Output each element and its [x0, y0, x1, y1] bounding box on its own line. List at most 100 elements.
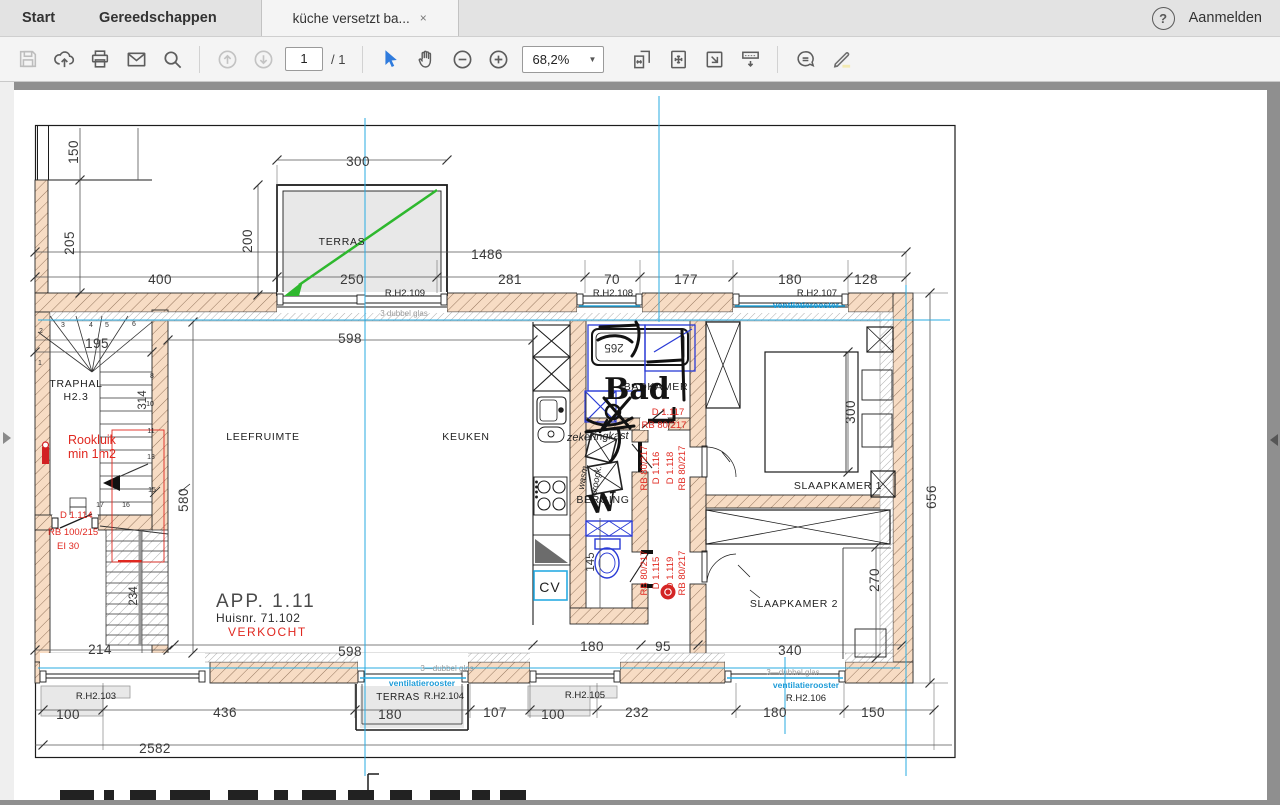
plan-label: LEEFRUIMTE: [226, 431, 300, 443]
plan-label: CV: [539, 579, 560, 595]
plan-label: 177: [674, 272, 698, 287]
plan-label: D 1.114: [60, 510, 93, 521]
help-icon[interactable]: ?: [1152, 7, 1175, 30]
plan-label: ventilatierooster: [773, 300, 840, 310]
plan-label: 70: [604, 272, 620, 287]
plan-label: 15: [148, 487, 156, 494]
plan-label: R.H2.109: [385, 288, 425, 299]
plan-label: VERKOCHT: [228, 625, 307, 639]
plan-label: RB 80/217: [677, 551, 688, 596]
zoom-level-value: 68,2%: [523, 52, 588, 67]
plan-label: 3 dubbel glas: [380, 309, 428, 318]
zoom-level-select[interactable]: 68,2% ▼: [522, 46, 604, 73]
fullscreen-icon[interactable]: [696, 42, 732, 76]
fit-page-icon[interactable]: [660, 42, 696, 76]
tab-start[interactable]: Start: [0, 0, 77, 36]
plan-label: 100: [56, 707, 80, 722]
print-icon[interactable]: [82, 42, 118, 76]
plan-label: R.H2.103: [76, 691, 116, 702]
plan-label: 2582: [139, 741, 171, 756]
plan-label: R.H2.106: [786, 693, 826, 704]
page-up-icon[interactable]: [209, 42, 245, 76]
page-number-input[interactable]: 1: [285, 47, 323, 71]
plan-label: 270: [867, 568, 882, 592]
tab-tools[interactable]: Gereedschappen: [77, 0, 239, 36]
plan-label: 214: [88, 642, 112, 657]
plan-label: SLAAPKAMER 2: [750, 598, 838, 610]
toolbar: 1 / 1 68,2% ▼: [0, 37, 1280, 82]
plan-label: D 1.115: [651, 557, 662, 590]
plan-label: TERRAS: [319, 236, 366, 248]
plan-label: Bad: [604, 372, 670, 407]
expand-right-panel-icon[interactable]: [1270, 434, 1278, 446]
comment-icon[interactable]: [787, 42, 823, 76]
page-scroll-icon[interactable]: [624, 42, 660, 76]
plan-label: RB 80/217: [642, 420, 687, 431]
document-tab[interactable]: küche versetzt ba... ×: [261, 0, 459, 36]
zoom-out-icon[interactable]: [444, 42, 480, 76]
plan-label: 3—dubbel glas: [420, 664, 473, 673]
plan-label: 3: [61, 322, 65, 329]
plan-label: 145: [585, 552, 597, 571]
plan-label: 195: [85, 336, 109, 351]
plan-label: 300: [346, 154, 370, 169]
plan-label: RB 100/215: [48, 527, 98, 538]
left-panel-rail[interactable]: [0, 82, 14, 800]
select-tool-icon[interactable]: [372, 42, 408, 76]
counter-unit: [533, 535, 570, 565]
plan-label: 205: [62, 231, 77, 255]
door-leaf: [702, 551, 707, 582]
plan-label: 200: [240, 229, 255, 253]
door-leaf: [702, 446, 707, 477]
highlight-icon[interactable]: [823, 42, 859, 76]
plan-label: 180: [778, 272, 802, 287]
email-icon[interactable]: [118, 42, 154, 76]
document-tab-title: küche versetzt ba...: [293, 11, 410, 26]
plan-label: Huisnr. 71.102: [216, 611, 300, 625]
plan-label: 300: [843, 400, 858, 424]
tabbar-right: ? Aanmelden: [1152, 0, 1280, 36]
plan-label: 100: [541, 707, 565, 722]
plan-label: Rookluik: [68, 433, 117, 447]
page-total-label: / 1: [331, 52, 345, 67]
plan-label: 95: [655, 639, 671, 654]
staircase: [35, 316, 168, 645]
plan-label: RB 80/217: [639, 446, 650, 491]
plan-label: 598: [338, 644, 362, 659]
close-icon[interactable]: ×: [420, 11, 427, 25]
exterior-boxes: [41, 686, 617, 716]
plan-label: zekeringkast: [566, 430, 630, 444]
plan-label: H2.3: [64, 391, 89, 403]
plan-label: 6: [132, 321, 136, 328]
plan-label: SLAAPKAMER 1: [794, 480, 882, 492]
zoom-in-icon[interactable]: [480, 42, 516, 76]
plan-label: min 1m2: [68, 447, 116, 461]
chevron-down-icon: ▼: [589, 55, 604, 64]
plan-label: 1: [38, 360, 42, 367]
plan-label: 598: [338, 331, 362, 346]
plan-label: 232: [625, 705, 649, 720]
share-upload-icon[interactable]: [46, 42, 82, 76]
plan-label: 5: [105, 322, 109, 329]
save-icon[interactable]: [10, 42, 46, 76]
plan-label: 4: [89, 322, 93, 329]
plan-label: 3—dubbel glas: [766, 668, 819, 677]
plan-label: TRAPHAL: [49, 378, 102, 390]
plan-label: 8: [150, 373, 154, 380]
plan-label: 11: [147, 428, 154, 435]
collapse-toolbar-icon[interactable]: [732, 42, 768, 76]
floor-plan: 3001486400250281701771801281502052001955…: [14, 90, 1267, 800]
pdf-page: 3001486400250281701771801281502052001955…: [14, 90, 1267, 800]
stove: [534, 477, 567, 515]
plan-label: R.H2.104: [424, 691, 464, 702]
expand-left-panel-icon[interactable]: [3, 432, 11, 444]
hand-tool-icon[interactable]: [408, 42, 444, 76]
plan-label: 17: [96, 502, 104, 509]
plan-label: R.H2.108: [593, 288, 633, 299]
page-down-icon[interactable]: [245, 42, 281, 76]
plan-label: 1486: [471, 247, 503, 262]
plan-label: TERRAS: [376, 692, 420, 703]
plan-label: 436: [213, 705, 237, 720]
search-icon[interactable]: [154, 42, 190, 76]
sign-in-button[interactable]: Aanmelden: [1189, 10, 1262, 26]
